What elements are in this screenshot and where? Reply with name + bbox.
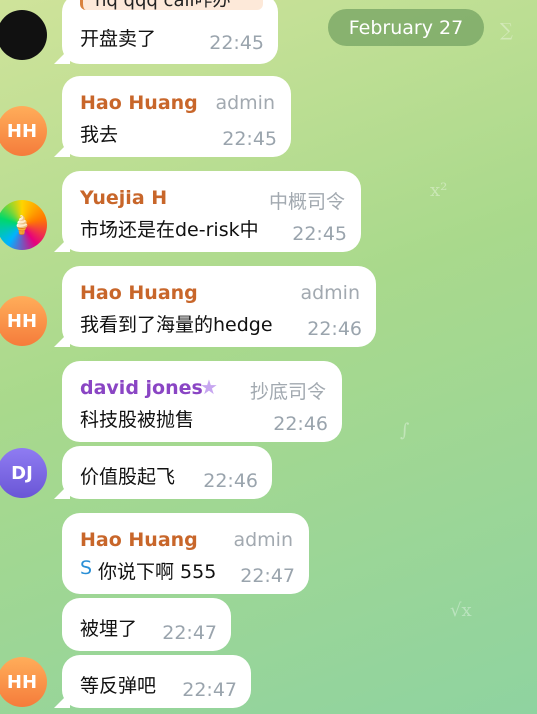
background-doodle: x² — [430, 180, 448, 201]
sender-name[interactable]: Hao Huang — [80, 282, 198, 304]
message-time: 22:47 — [182, 679, 237, 701]
date-separator: February 27 — [328, 9, 484, 46]
message-bubble[interactable]: 等反弹吧 22:47 — [62, 655, 251, 708]
message-text: 开盘卖了 — [80, 28, 157, 50]
message-text: 我去 — [80, 124, 119, 146]
sender-name[interactable]: Hao Huang — [80, 529, 198, 551]
admin-tag: admin — [233, 529, 293, 551]
background-doodle: √x — [450, 600, 472, 621]
message-bubble[interactable]: david jones ★ 抄底司令 科技股被抛售 22:46 — [62, 361, 342, 442]
message-bubble[interactable]: 价值股起飞 22:46 — [62, 446, 272, 499]
background-doodle: ∑ — [500, 20, 513, 41]
mention-link[interactable]: S — [80, 557, 92, 579]
message-bubble[interactable]: Hao Huang admin 我去 22:45 — [62, 76, 291, 157]
admin-tag: admin — [215, 92, 275, 114]
avatar[interactable]: HH — [0, 657, 47, 707]
message-text: 市场还是在de-risk中 — [80, 219, 259, 241]
message-time: 22:47 — [240, 565, 295, 587]
avatar[interactable]: HH — [0, 106, 47, 156]
admin-tag: admin — [300, 282, 360, 304]
message-text: 我看到了海量的hedge — [80, 314, 273, 336]
message-text: 价值股起飞 — [80, 466, 176, 488]
message-time: 22:45 — [222, 128, 277, 150]
sender-name[interactable]: Hao Huang — [80, 92, 198, 114]
quoted-text: nq qqq call咋办 — [95, 0, 231, 11]
avatar[interactable]: DJ — [0, 448, 47, 498]
message-bubble[interactable]: nq qqq call咋办 开盘卖了 22:45 — [62, 0, 278, 64]
sender-name[interactable]: david jones — [80, 377, 203, 399]
quoted-reply[interactable]: nq qqq call咋办 — [80, 0, 263, 11]
avatar[interactable]: HH — [0, 296, 47, 346]
star-icon: ★ — [200, 375, 218, 399]
message-time: 22:46 — [203, 470, 258, 492]
sender-name[interactable]: Yuejia H — [80, 187, 167, 209]
message-bubble[interactable]: Hao Huang admin S 你说下啊 555 22:47 — [62, 513, 309, 594]
message-text: 等反弹吧 — [80, 675, 157, 697]
message-bubble[interactable]: Hao Huang admin 我看到了海量的hedge 22:46 — [62, 266, 376, 347]
message-bubble[interactable]: Yuejia H 中概司令 市场还是在de-risk中 22:45 — [62, 171, 361, 252]
avatar[interactable] — [0, 10, 47, 60]
member-tag: 中概司令 — [268, 191, 345, 213]
message-time: 22:45 — [292, 223, 347, 245]
message-time: 22:47 — [162, 622, 217, 644]
message-bubble[interactable]: 被埋了 22:47 — [62, 598, 231, 651]
message-time: 22:46 — [273, 413, 328, 435]
background-doodle: ∫ — [400, 420, 410, 441]
message-time: 22:46 — [307, 318, 362, 340]
message-text: 被埋了 — [80, 618, 138, 640]
member-tag: 抄底司令 — [249, 381, 326, 403]
message-text: 科技股被抛售 — [80, 409, 195, 431]
message-text: 你说下啊 555 — [98, 561, 217, 583]
ice-cream-icon: 🍦 — [10, 214, 34, 236]
avatar[interactable]: 🍦 — [0, 200, 47, 250]
message-time: 22:45 — [209, 32, 264, 54]
